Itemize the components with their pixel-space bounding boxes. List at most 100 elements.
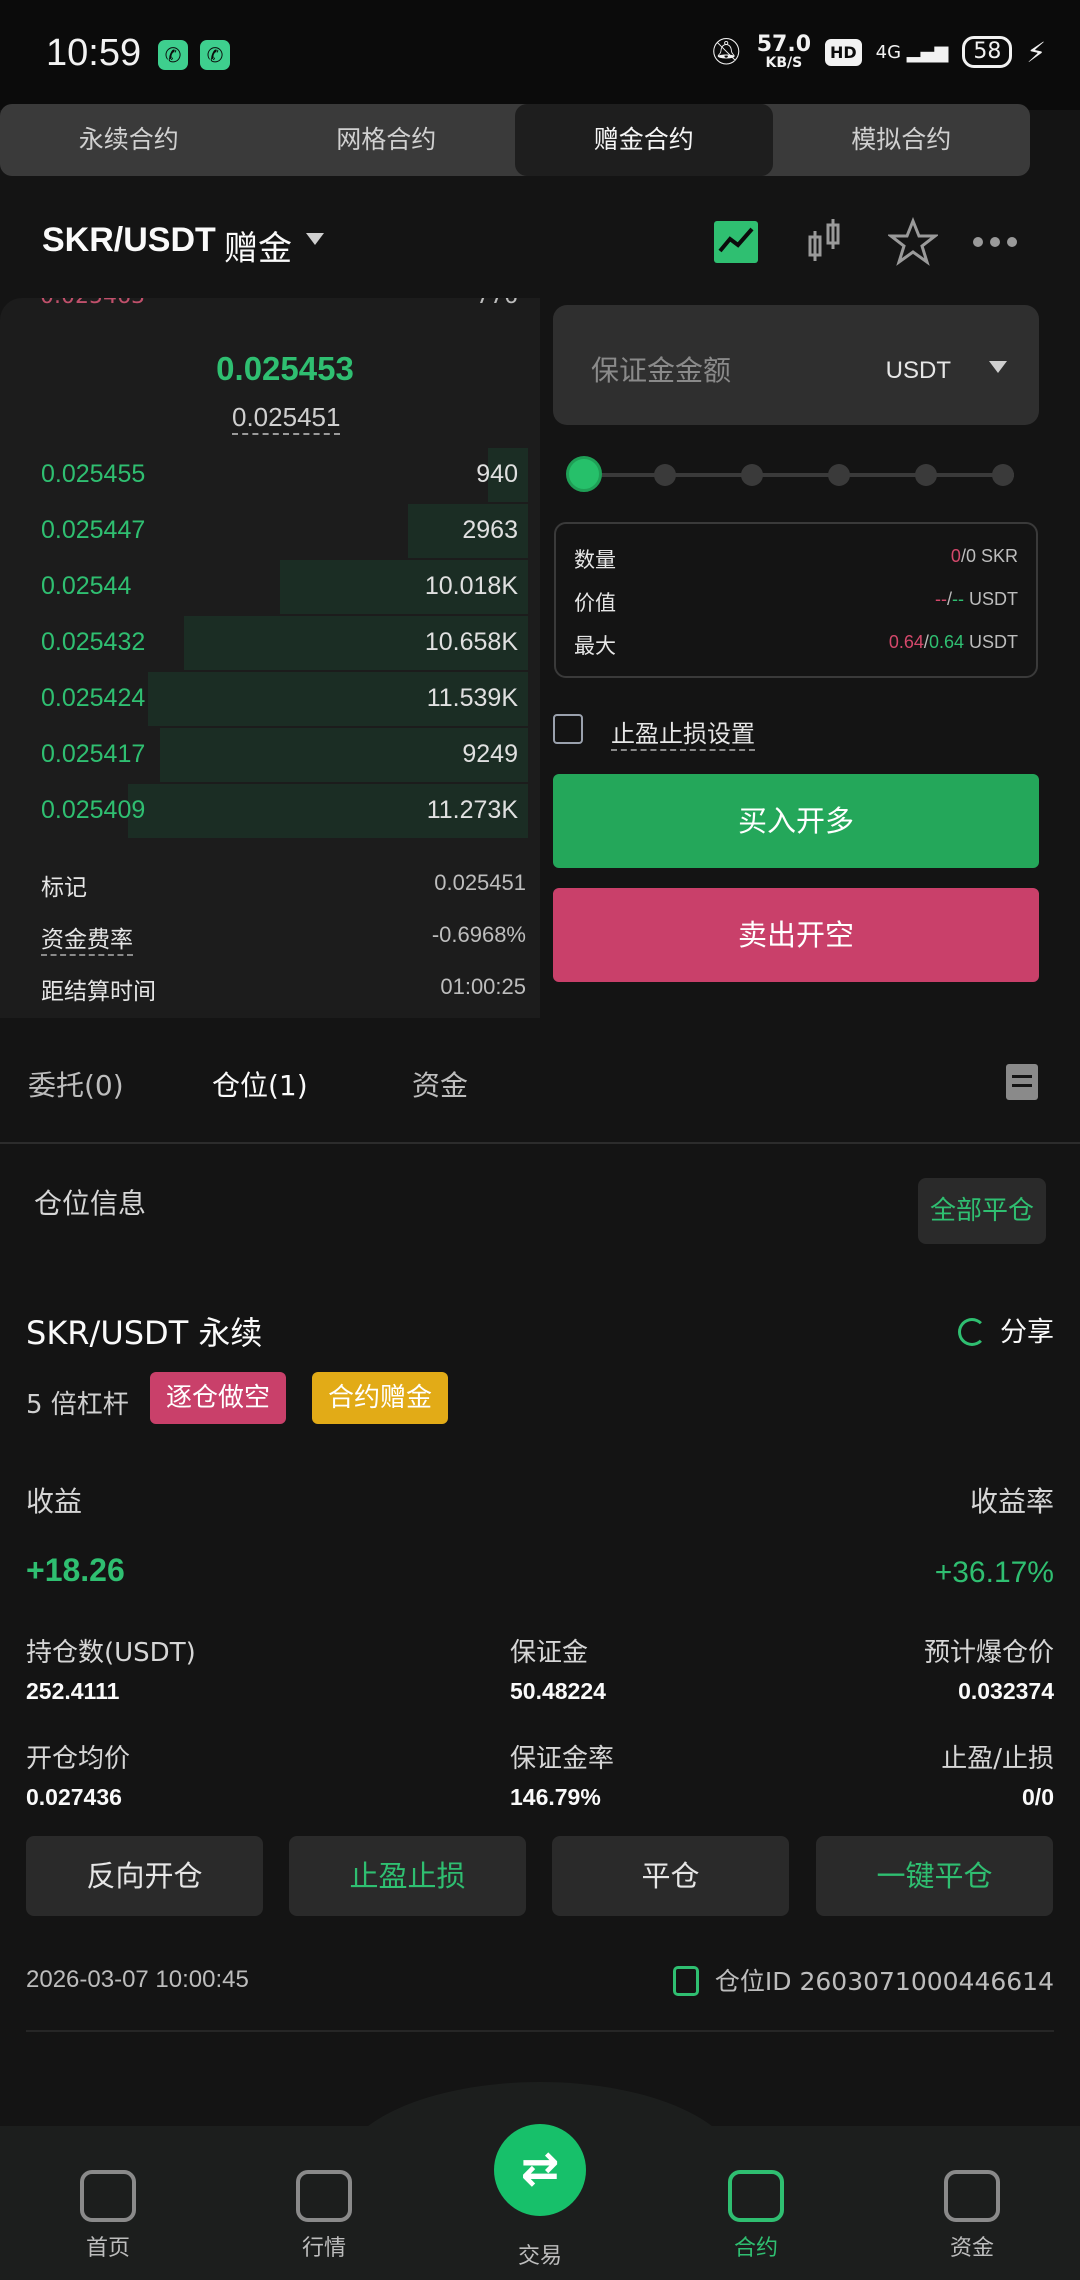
margin-value: 50.48224 [510, 1678, 606, 1704]
ask-row-partial[interactable]: 0.025463776 [40, 298, 530, 309]
star-icon[interactable] [888, 217, 938, 267]
bid-price: 0.02544 [41, 572, 132, 600]
status-right: 🔕︎ 57.0 KB/S HD 4G ▂▄▆ 58 ⚡︎ [709, 34, 1046, 71]
tab-demo[interactable]: 模拟合约 [773, 104, 1031, 176]
margin-ratio-value: 146.79% [510, 1784, 601, 1810]
nav-contract[interactable]: 合约 [686, 2170, 826, 2262]
entry-price-value: 0.027436 [26, 1784, 122, 1810]
hd-icon: HD [825, 38, 862, 66]
margin-unit-select[interactable]: USDT [886, 357, 951, 385]
slider-knob[interactable] [566, 456, 602, 492]
close-all-button[interactable]: 全部平仓 [918, 1178, 1046, 1244]
liq-price-label: 预计爆仓价 [923, 1638, 1054, 1668]
bid-row[interactable]: 0.025432 10.658K [0, 616, 528, 670]
size-value: 252.4111 [26, 1678, 120, 1704]
more-icon[interactable] [970, 217, 1020, 267]
bid-row[interactable]: 0.025424 11.539K [0, 672, 528, 726]
tab-grid[interactable]: 网格合约 [258, 104, 516, 176]
home-icon [80, 2170, 136, 2222]
leverage-label: 5 倍杠杆 [26, 1390, 129, 1420]
battery-icon: 58 [962, 36, 1013, 68]
tab-bonus[interactable]: 赠金合约 [515, 104, 773, 176]
tpsl-checkbox[interactable] [553, 714, 583, 744]
bid-row[interactable]: 0.025409 11.273K [0, 784, 528, 838]
nav-trade-label[interactable]: 交易 [470, 2238, 610, 2270]
amount-slider[interactable] [566, 456, 1014, 492]
bid-row[interactable]: 0.025455 940 [0, 448, 528, 502]
position-tabs: 委托(0) 仓位(1) 资金 [0, 1040, 1080, 1144]
nav-home[interactable]: 首页 [38, 2170, 178, 2262]
candlestick-icon[interactable] [800, 217, 850, 267]
bid-row[interactable]: 0.02544 10.018K [0, 560, 528, 614]
entry-price-label: 开仓均价 [26, 1744, 131, 1774]
pnl-label: 收益 [26, 1485, 83, 1518]
position-pair: SKR/USDT 永续 [26, 1314, 263, 1352]
bid-row[interactable]: 0.025417 9249 [0, 728, 528, 782]
funding-value: -0.6968% [431, 922, 526, 947]
tpsl-button[interactable]: 止盈止损 [289, 1836, 526, 1916]
trade-swap-icon[interactable]: ⇄ [494, 2124, 586, 2216]
slider-step[interactable] [828, 464, 850, 486]
bid-qty: 10.018K [424, 572, 518, 600]
margin-amount-input[interactable]: 保证金金额 USDT [553, 305, 1039, 425]
share-button[interactable]: 分享 [958, 1310, 1054, 1349]
slider-step[interactable] [654, 464, 676, 486]
bid-qty: 2963 [462, 516, 518, 544]
liq-price-value: 0.032374 [958, 1678, 1054, 1704]
mode-label[interactable]: 赠金 [224, 221, 292, 270]
pnl-value: +18.26 [26, 1552, 125, 1588]
slider-step[interactable] [915, 464, 937, 486]
share-icon [958, 1318, 986, 1346]
mark-price[interactable]: 0.025451 [232, 402, 341, 435]
bid-qty: 10.658K [424, 628, 518, 656]
nav-assets[interactable]: 资金 [902, 2170, 1042, 2262]
quick-close-button[interactable]: 一键平仓 [816, 1836, 1053, 1916]
bid-price: 0.025447 [41, 516, 146, 544]
mark-price-row: 标记 0.025451 [0, 858, 528, 910]
buy-long-button[interactable]: 买入开多 [553, 774, 1039, 868]
size-label: 持仓数(USDT) [26, 1638, 196, 1668]
line-chart-icon[interactable] [712, 217, 762, 267]
signal-icon: 4G ▂▄▆ [875, 41, 949, 63]
nav-market[interactable]: 行情 [254, 2170, 394, 2262]
slider-step[interactable] [741, 464, 763, 486]
margin-ratio-label: 保证金率 [510, 1744, 615, 1774]
bid-qty: 11.539K [426, 684, 518, 712]
bid-row[interactable]: 0.025447 2963 [0, 504, 528, 558]
tab-orders[interactable]: 委托(0) [28, 1064, 124, 1104]
bid-qty: 11.273K [426, 796, 518, 824]
margin-mode-badge: 逐仓做空 [150, 1372, 287, 1424]
roi-label: 收益率 [969, 1485, 1054, 1518]
chevron-down-icon[interactable] [989, 361, 1007, 373]
reverse-open-button[interactable]: 反向开仓 [26, 1836, 263, 1916]
tpsl-setting-label[interactable]: 止盈止损设置 [611, 714, 755, 751]
funding-label[interactable]: 资金费率 [41, 920, 133, 956]
tab-funds[interactable]: 资金 [412, 1064, 468, 1104]
divider [26, 2030, 1054, 2032]
position-id[interactable]: 仓位ID 2603071000446614 [672, 1962, 1054, 1998]
close-position-button[interactable]: 平仓 [552, 1836, 789, 1916]
bid-price: 0.025424 [41, 684, 146, 712]
document-icon[interactable] [1006, 1064, 1038, 1100]
margin-label: 保证金 [510, 1638, 589, 1668]
slider-track [578, 473, 1014, 477]
open-time: 2026-03-07 10:00:45 [26, 1966, 249, 1993]
tab-positions[interactable]: 仓位(1) [212, 1064, 308, 1104]
contract-type-tabs: 永续合约 网格合约 赠金合约 模拟合约 [0, 104, 1030, 176]
bid-price: 0.025455 [41, 460, 146, 488]
position-info-title: 仓位信息 [34, 1187, 147, 1220]
settle-label: 距结算时间 [41, 979, 156, 1005]
status-bar: 10:59 ✆ ✆ 🔕︎ 57.0 KB/S HD 4G ▂▄▆ 58 ⚡︎ [0, 0, 1080, 110]
bid-qty: 9249 [462, 740, 518, 768]
copy-icon[interactable] [672, 1966, 699, 1996]
mute-bell-icon: 🔕︎ [709, 37, 743, 67]
last-price[interactable]: 0.025453 [0, 350, 540, 388]
pair-selector[interactable]: SKR/USDT [42, 221, 216, 260]
slider-step[interactable] [992, 464, 1014, 486]
tab-perpetual[interactable]: 永续合约 [0, 104, 258, 176]
bonus-badge: 合约赠金 [312, 1372, 449, 1424]
chevron-down-icon[interactable] [306, 233, 324, 245]
sell-short-button[interactable]: 卖出开空 [553, 888, 1039, 982]
max-row: 最大 0.64/0.64 USDT [574, 632, 1018, 658]
tpsl-label: 止盈/止损 [941, 1744, 1054, 1774]
